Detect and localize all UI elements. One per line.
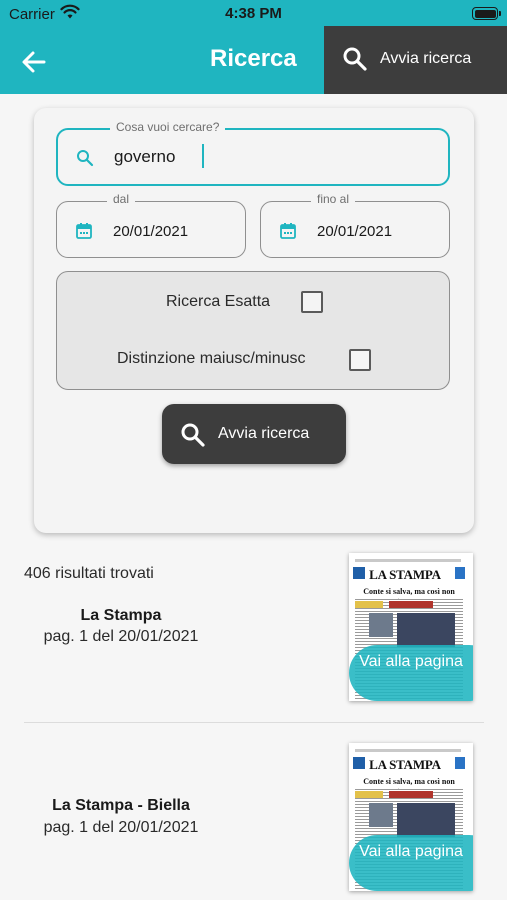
goto-page-button[interactable]: Vai alla pagina xyxy=(349,645,473,701)
newspaper-highlight xyxy=(389,791,433,798)
newspaper-photo xyxy=(397,803,455,837)
newspaper-masthead: LA STAMPA xyxy=(369,757,441,772)
start-search-button[interactable]: Avvia ricerca xyxy=(162,404,346,464)
exact-search-label: Ricerca Esatta xyxy=(166,293,271,310)
newspaper-photo xyxy=(397,613,455,647)
date-to-label: fino al xyxy=(311,192,356,206)
newspaper-badge xyxy=(455,567,465,579)
exact-search-checkbox[interactable] xyxy=(301,291,323,313)
battery-icon xyxy=(472,7,501,20)
date-to-input[interactable] xyxy=(317,218,437,244)
result-thumbnail[interactable]: LA STAMPA Conte si salva, ma così non go… xyxy=(349,553,473,701)
result-thumbnail[interactable]: LA STAMPA Conte si salva, ma così non go… xyxy=(349,743,473,891)
newspaper-photo xyxy=(369,803,393,827)
result-subtitle: pag. 1 del 20/01/2021 xyxy=(43,819,199,836)
arrow-left-icon xyxy=(22,51,46,73)
query-input[interactable] xyxy=(114,144,414,170)
text-caret xyxy=(202,144,204,168)
appbar-search-button[interactable]: Avvia ricerca xyxy=(324,26,507,94)
status-bar: Carrier 4:38 PM xyxy=(0,0,507,28)
newspaper-masthead: LA STAMPA xyxy=(369,567,441,582)
results-count: 406 risultati trovati xyxy=(24,565,154,582)
goto-page-label: Vai alla pagina xyxy=(359,843,463,860)
goto-page-label: Vai alla pagina xyxy=(359,653,463,670)
goto-page-button[interactable]: Vai alla pagina xyxy=(349,835,473,891)
newspaper-topbar xyxy=(355,559,461,562)
newspaper-badge xyxy=(455,757,465,769)
search-icon xyxy=(77,150,94,167)
newspaper-highlight xyxy=(355,791,383,798)
appbar-search-label: Avvia ricerca xyxy=(380,50,472,67)
query-label: Cosa vuoi cercare? xyxy=(110,120,226,134)
search-options-panel: Ricerca Esatta Distinzione maiusc/minusc xyxy=(56,271,450,390)
app-bar: Ricerca Avvia ricerca xyxy=(0,26,507,94)
date-from-field[interactable]: dal xyxy=(56,192,246,258)
start-search-label: Avvia ricerca xyxy=(218,425,310,442)
query-field[interactable]: Cosa vuoi cercare? xyxy=(56,120,450,186)
newspaper-photo xyxy=(369,613,393,637)
date-from-label: dal xyxy=(107,192,136,206)
search-icon xyxy=(343,47,367,71)
calendar-icon xyxy=(280,223,296,239)
clock: 4:38 PM xyxy=(225,5,282,22)
result-divider xyxy=(24,722,484,723)
newspaper-topbar xyxy=(355,749,461,752)
result-subtitle: pag. 1 del 20/01/2021 xyxy=(43,628,199,645)
back-button[interactable] xyxy=(18,46,50,78)
newspaper-highlight xyxy=(355,601,383,608)
page-title: Ricerca xyxy=(210,45,297,72)
result-title: La Stampa - Biella xyxy=(52,797,190,814)
newspaper-highlight xyxy=(389,601,433,608)
date-to-field[interactable]: fino al xyxy=(260,192,450,258)
case-sensitive-label: Distinzione maiusc/minusc xyxy=(117,350,306,367)
calendar-icon xyxy=(76,223,92,239)
search-card: Cosa vuoi cercare? dal fino al Ricerca E… xyxy=(34,108,474,533)
result-title: La Stampa xyxy=(80,607,162,624)
search-icon xyxy=(181,423,205,447)
case-sensitive-checkbox[interactable] xyxy=(349,349,371,371)
date-from-input[interactable] xyxy=(113,218,233,244)
